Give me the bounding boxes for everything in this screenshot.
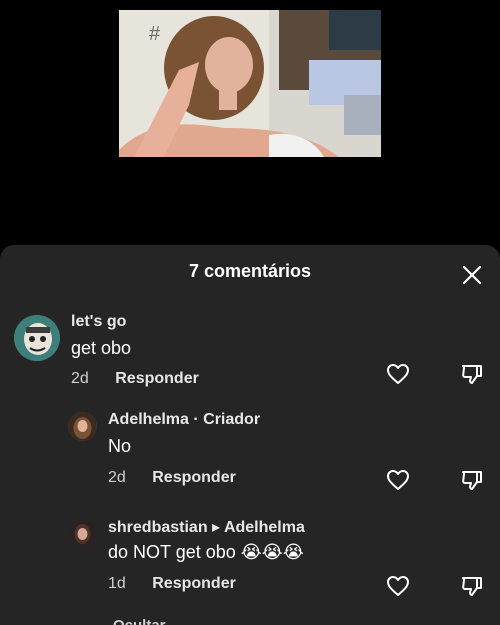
comment-username[interactable]: let's go bbox=[71, 313, 126, 331]
comment-meta: 2d Responder bbox=[71, 370, 199, 388]
close-icon[interactable] bbox=[462, 265, 482, 285]
reply-button[interactable]: Responder bbox=[152, 469, 236, 486]
avatar[interactable] bbox=[68, 412, 97, 441]
comments-title: 7 comentários bbox=[188, 261, 312, 281]
comment-author[interactable]: shredbastian bbox=[108, 519, 208, 536]
comment-author[interactable]: Adelhelma bbox=[108, 411, 189, 428]
comment-text: do NOT get obo 😭😭😭 bbox=[108, 542, 304, 562]
comment-meta: 1d Responder bbox=[108, 575, 236, 593]
video-thumbnail[interactable]: # bbox=[119, 10, 381, 157]
svg-text:#: # bbox=[149, 23, 161, 45]
reply-button[interactable]: Responder bbox=[152, 575, 236, 592]
heart-outline-icon[interactable] bbox=[386, 362, 410, 386]
hide-replies-button[interactable]: Ocultar bbox=[113, 617, 166, 625]
reply-to-user[interactable]: Adelhelma bbox=[224, 519, 305, 536]
comment-text: get obo bbox=[71, 338, 132, 358]
comment-meta: 2d Responder bbox=[108, 469, 236, 487]
comments-sheet: 7 comentários let's go get obo 2d Respon… bbox=[0, 245, 500, 625]
heart-outline-icon[interactable] bbox=[386, 468, 410, 492]
comment-age: 2d bbox=[71, 370, 89, 387]
avatar[interactable] bbox=[68, 519, 97, 548]
reply-button[interactable]: Responder bbox=[115, 370, 199, 387]
thumbs-down-icon[interactable] bbox=[460, 574, 484, 598]
comment-username: shredbastian ▸ Adelhelma bbox=[108, 517, 305, 537]
heart-outline-icon[interactable] bbox=[386, 574, 410, 598]
comment-age: 2d bbox=[108, 469, 126, 486]
comment-age: 1d bbox=[108, 575, 126, 592]
thumbs-down-icon[interactable] bbox=[460, 468, 484, 492]
comment-text: No bbox=[108, 436, 132, 456]
avatar[interactable] bbox=[14, 315, 60, 361]
comment-username: Adelhelma · Criador bbox=[108, 411, 260, 429]
thumbs-down-icon[interactable] bbox=[460, 362, 484, 386]
creator-tag: · Criador bbox=[193, 411, 261, 428]
reply-arrow-icon: ▸ bbox=[212, 519, 221, 536]
